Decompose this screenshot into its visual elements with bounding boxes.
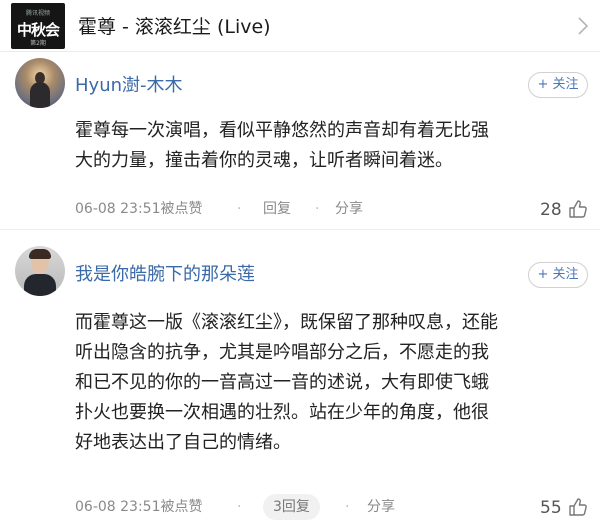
comment-text: 霍尊每一次演唱，看似平静悠然的声音却有着无比强 大的力量，撞击着你的灵魂，让听者… [75, 116, 585, 176]
follow-button[interactable]: + 关注 [528, 262, 588, 288]
separator-dot: · [237, 201, 242, 217]
comment-line: 而霍尊这一版《滚滚红尘》，既保留了那种叹息，还能 [75, 312, 498, 333]
separator-dot: · [345, 499, 350, 515]
song-header[interactable]: 腾讯视频 中秋会 第2期 霍尊 - 滚滚红尘 (Live) [0, 0, 600, 52]
comment-time: 06-08 23:51被点赞 [75, 499, 203, 515]
comment-time: 06-08 23:51被点赞 [75, 201, 203, 217]
comment-line: 霍尊每一次演唱，看似平静悠然的声音却有着无比强 [75, 120, 489, 141]
thumb-up-icon [569, 200, 587, 218]
comment-text: 而霍尊这一版《滚滚红尘》，既保留了那种叹息，还能 听出隐含的抗争，尤其是吟唱部分… [75, 308, 585, 458]
cover-sub-text: 第2期 [30, 40, 46, 47]
separator-dot: · [237, 499, 242, 515]
follow-button[interactable]: + 关注 [528, 72, 588, 98]
avatar[interactable] [15, 246, 65, 296]
username[interactable]: 我是你皓腕下的那朵莲 [75, 260, 255, 286]
cover-main-text: 中秋会 [16, 21, 60, 39]
comment-item: 我是你皓腕下的那朵莲 + 关注 而霍尊这一版《滚滚红尘》，既保留了那种叹息，还能… [0, 230, 600, 525]
share-button[interactable]: 分享 [367, 494, 395, 520]
album-cover[interactable]: 腾讯视频 中秋会 第2期 [11, 3, 65, 49]
reply-button[interactable]: 回复 [263, 196, 291, 222]
like-count: 28 [540, 200, 562, 220]
thumb-up-icon [569, 498, 587, 516]
comment-line: 和已不见的你的一音高过一音的述说，大有即使飞蛾 [75, 372, 489, 393]
like-button[interactable]: 55 [540, 495, 587, 521]
like-button[interactable]: 28 [540, 197, 587, 223]
reply-button[interactable]: 3回复 [263, 494, 320, 520]
separator-dot: · [315, 201, 320, 217]
chevron-right-icon[interactable] [576, 16, 590, 36]
avatar[interactable] [15, 58, 65, 108]
song-title: 霍尊 - 滚滚红尘 (Live) [78, 16, 271, 38]
like-count: 55 [540, 498, 562, 518]
share-button[interactable]: 分享 [335, 196, 363, 222]
username[interactable]: Hyun澍-木木 [75, 71, 183, 97]
comment-line: 大的力量，撞击着你的灵魂，让听者瞬间着迷。 [75, 150, 453, 171]
comment-line: 好地表达出了自己的情绪。 [75, 432, 291, 453]
comment-line: 听出隐含的抗争，尤其是吟唱部分之后，不愿走的我 [75, 342, 489, 363]
comment-item: Hyun澍-木木 + 关注 霍尊每一次演唱，看似平静悠然的声音却有着无比强 大的… [0, 52, 600, 230]
comment-line: 扑火也要换一次相遇的壮烈。站在少年的角度，他很 [75, 402, 489, 423]
cover-top-text: 腾讯视频 [25, 10, 50, 17]
